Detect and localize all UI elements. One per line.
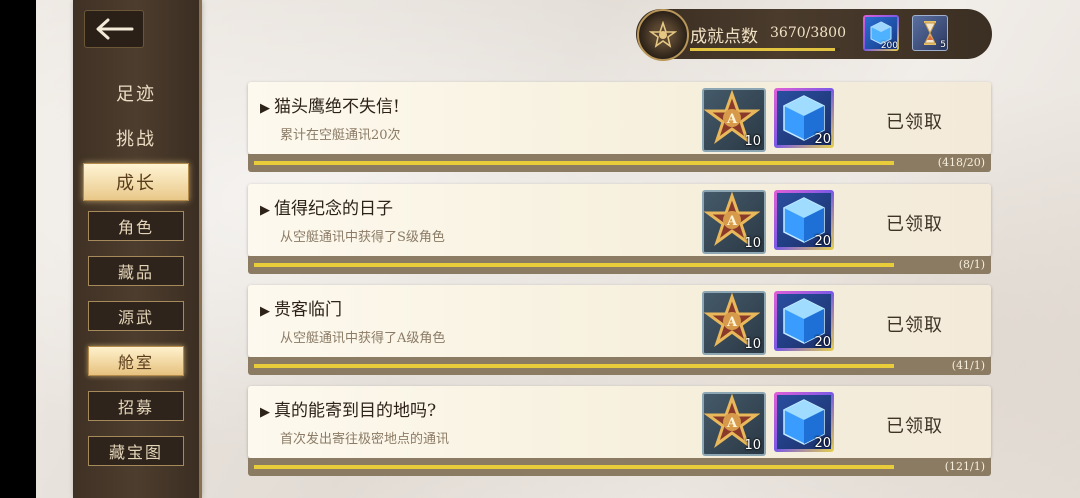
svg-text:A: A bbox=[726, 315, 738, 330]
subnav-weapon[interactable]: 源武 bbox=[88, 301, 184, 331]
svg-text:A: A bbox=[726, 416, 738, 431]
reward-crystal-item[interactable]: 20 bbox=[774, 88, 834, 148]
hourglass-count: 5 bbox=[940, 40, 946, 50]
nav-category-footprints[interactable]: 足迹 bbox=[73, 80, 199, 106]
points-progress-bar bbox=[690, 48, 840, 51]
sidebar-edge bbox=[199, 0, 202, 498]
reward-star-count: 10 bbox=[744, 236, 761, 251]
achievement-progress-bar: (8/1) bbox=[248, 256, 991, 274]
achievement-progress-fill bbox=[254, 465, 894, 469]
achievement-title-wrap: ▶ 值得纪念的日子 bbox=[260, 194, 393, 219]
subnav-collection[interactable]: 藏品 bbox=[88, 256, 184, 286]
svg-text:A: A bbox=[726, 214, 738, 229]
reward-crystal-count: 20 bbox=[814, 234, 831, 249]
achievement-title: 贵客临门 bbox=[274, 300, 342, 320]
nav-category-growth[interactable]: 成长 bbox=[83, 163, 189, 201]
achievement-progress-text: (8/1) bbox=[958, 258, 985, 271]
achievement-progress-text: (121/1) bbox=[944, 460, 985, 473]
reward-a-star-item[interactable]: A 10 bbox=[702, 291, 766, 355]
reward-star-count: 10 bbox=[744, 134, 761, 149]
reward-a-star-item[interactable]: A 10 bbox=[702, 190, 766, 254]
reward-crystal-item[interactable]: 20 bbox=[774, 291, 834, 351]
achievement-title-wrap: ▶ 真的能寄到目的地吗? bbox=[260, 396, 436, 421]
achievement-card-body: ▶ 真的能寄到目的地吗? 首次发出寄往极密地点的通讯 A 10 20 已领取 bbox=[248, 386, 991, 458]
achievement-description: 首次发出寄往极密地点的通讯 bbox=[280, 432, 450, 447]
achievement-card: ▶ 真的能寄到目的地吗? 首次发出寄往极密地点的通讯 A 10 20 已领取 (… bbox=[248, 386, 991, 476]
achievement-card-body: ▶ 值得纪念的日子 从空艇通讯中获得了S级角色 A 10 20 已领取 bbox=[248, 184, 991, 256]
reward-crystal-item[interactable]: 20 bbox=[774, 190, 834, 250]
blue-crystal-icon[interactable]: 200 bbox=[863, 15, 899, 51]
achievement-progress-text: (418/20) bbox=[937, 156, 985, 169]
reward-star-count: 10 bbox=[744, 337, 761, 352]
reward-crystal-count: 20 bbox=[814, 335, 831, 350]
reward-crystal-item[interactable]: 20 bbox=[774, 392, 834, 452]
subnav-treasure-map[interactable]: 藏宝图 bbox=[88, 436, 184, 466]
achievement-emblem-icon bbox=[637, 9, 689, 61]
subnav-recruit[interactable]: 招募 bbox=[88, 391, 184, 421]
subnav-cabin[interactable]: 舱室 bbox=[88, 346, 184, 376]
reward-a-star-item[interactable]: A 10 bbox=[702, 88, 766, 152]
achievement-card: ▶ 值得纪念的日子 从空艇通讯中获得了S级角色 A 10 20 已领取 (8/1… bbox=[248, 184, 991, 274]
triangle-icon: ▶ bbox=[260, 203, 270, 218]
triangle-icon: ▶ bbox=[260, 405, 270, 420]
triangle-icon: ▶ bbox=[260, 101, 270, 116]
achievement-progress-fill bbox=[254, 364, 894, 368]
sidebar bbox=[73, 0, 199, 498]
achievement-description: 从空艇通讯中获得了A级角色 bbox=[280, 331, 446, 346]
achievement-description: 从空艇通讯中获得了S级角色 bbox=[280, 230, 445, 245]
screen-edge bbox=[0, 0, 36, 498]
points-value: 3670/3800 bbox=[770, 25, 846, 41]
triangle-icon: ▶ bbox=[260, 304, 270, 319]
achievement-card: ▶ 猫头鹰绝不失信! 累计在空艇通讯20次 A 10 20 已领取 (418/2… bbox=[248, 82, 991, 172]
claimed-status: 已领取 bbox=[886, 214, 943, 235]
back-button[interactable] bbox=[84, 10, 144, 48]
achievement-card-body: ▶ 猫头鹰绝不失信! 累计在空艇通讯20次 A 10 20 已领取 bbox=[248, 82, 991, 154]
svg-text:A: A bbox=[726, 112, 738, 127]
claimed-status: 已领取 bbox=[886, 416, 943, 437]
star-emblem-icon bbox=[649, 21, 677, 48]
achievement-description: 累计在空艇通讯20次 bbox=[280, 128, 401, 143]
back-arrow-icon bbox=[96, 18, 134, 40]
claimed-status: 已领取 bbox=[886, 112, 943, 133]
reward-crystal-count: 20 bbox=[814, 132, 831, 147]
achievement-title: 真的能寄到目的地吗? bbox=[274, 401, 437, 421]
reward-a-star-item[interactable]: A 10 bbox=[702, 392, 766, 456]
achievement-progress-bar: (418/20) bbox=[248, 154, 991, 172]
reward-crystal-count: 20 bbox=[814, 436, 831, 451]
points-label: 成就点数 bbox=[690, 27, 758, 47]
points-progress-fill bbox=[690, 48, 835, 51]
achievement-title: 值得纪念的日子 bbox=[274, 199, 393, 219]
claimed-status: 已领取 bbox=[886, 315, 943, 336]
achievement-progress-fill bbox=[254, 263, 894, 267]
nav-category-challenge[interactable]: 挑战 bbox=[73, 125, 199, 151]
achievement-progress-bar: (41/1) bbox=[248, 357, 991, 375]
hourglass-icon[interactable]: 5 bbox=[912, 15, 948, 51]
subnav-character[interactable]: 角色 bbox=[88, 211, 184, 241]
achievement-progress-fill bbox=[254, 161, 894, 165]
achievement-title: 猫头鹰绝不失信! bbox=[274, 97, 400, 117]
achievement-title-wrap: ▶ 贵客临门 bbox=[260, 295, 342, 320]
achievement-title-wrap: ▶ 猫头鹰绝不失信! bbox=[260, 92, 400, 117]
achievement-card: ▶ 贵客临门 从空艇通讯中获得了A级角色 A 10 20 已领取 (41/1) bbox=[248, 285, 991, 375]
achievement-card-body: ▶ 贵客临门 从空艇通讯中获得了A级角色 A 10 20 已领取 bbox=[248, 285, 991, 357]
achievement-progress-text: (41/1) bbox=[951, 359, 985, 372]
crystal-count: 200 bbox=[880, 41, 898, 51]
achievement-progress-bar: (121/1) bbox=[248, 458, 991, 476]
reward-star-count: 10 bbox=[744, 438, 761, 453]
